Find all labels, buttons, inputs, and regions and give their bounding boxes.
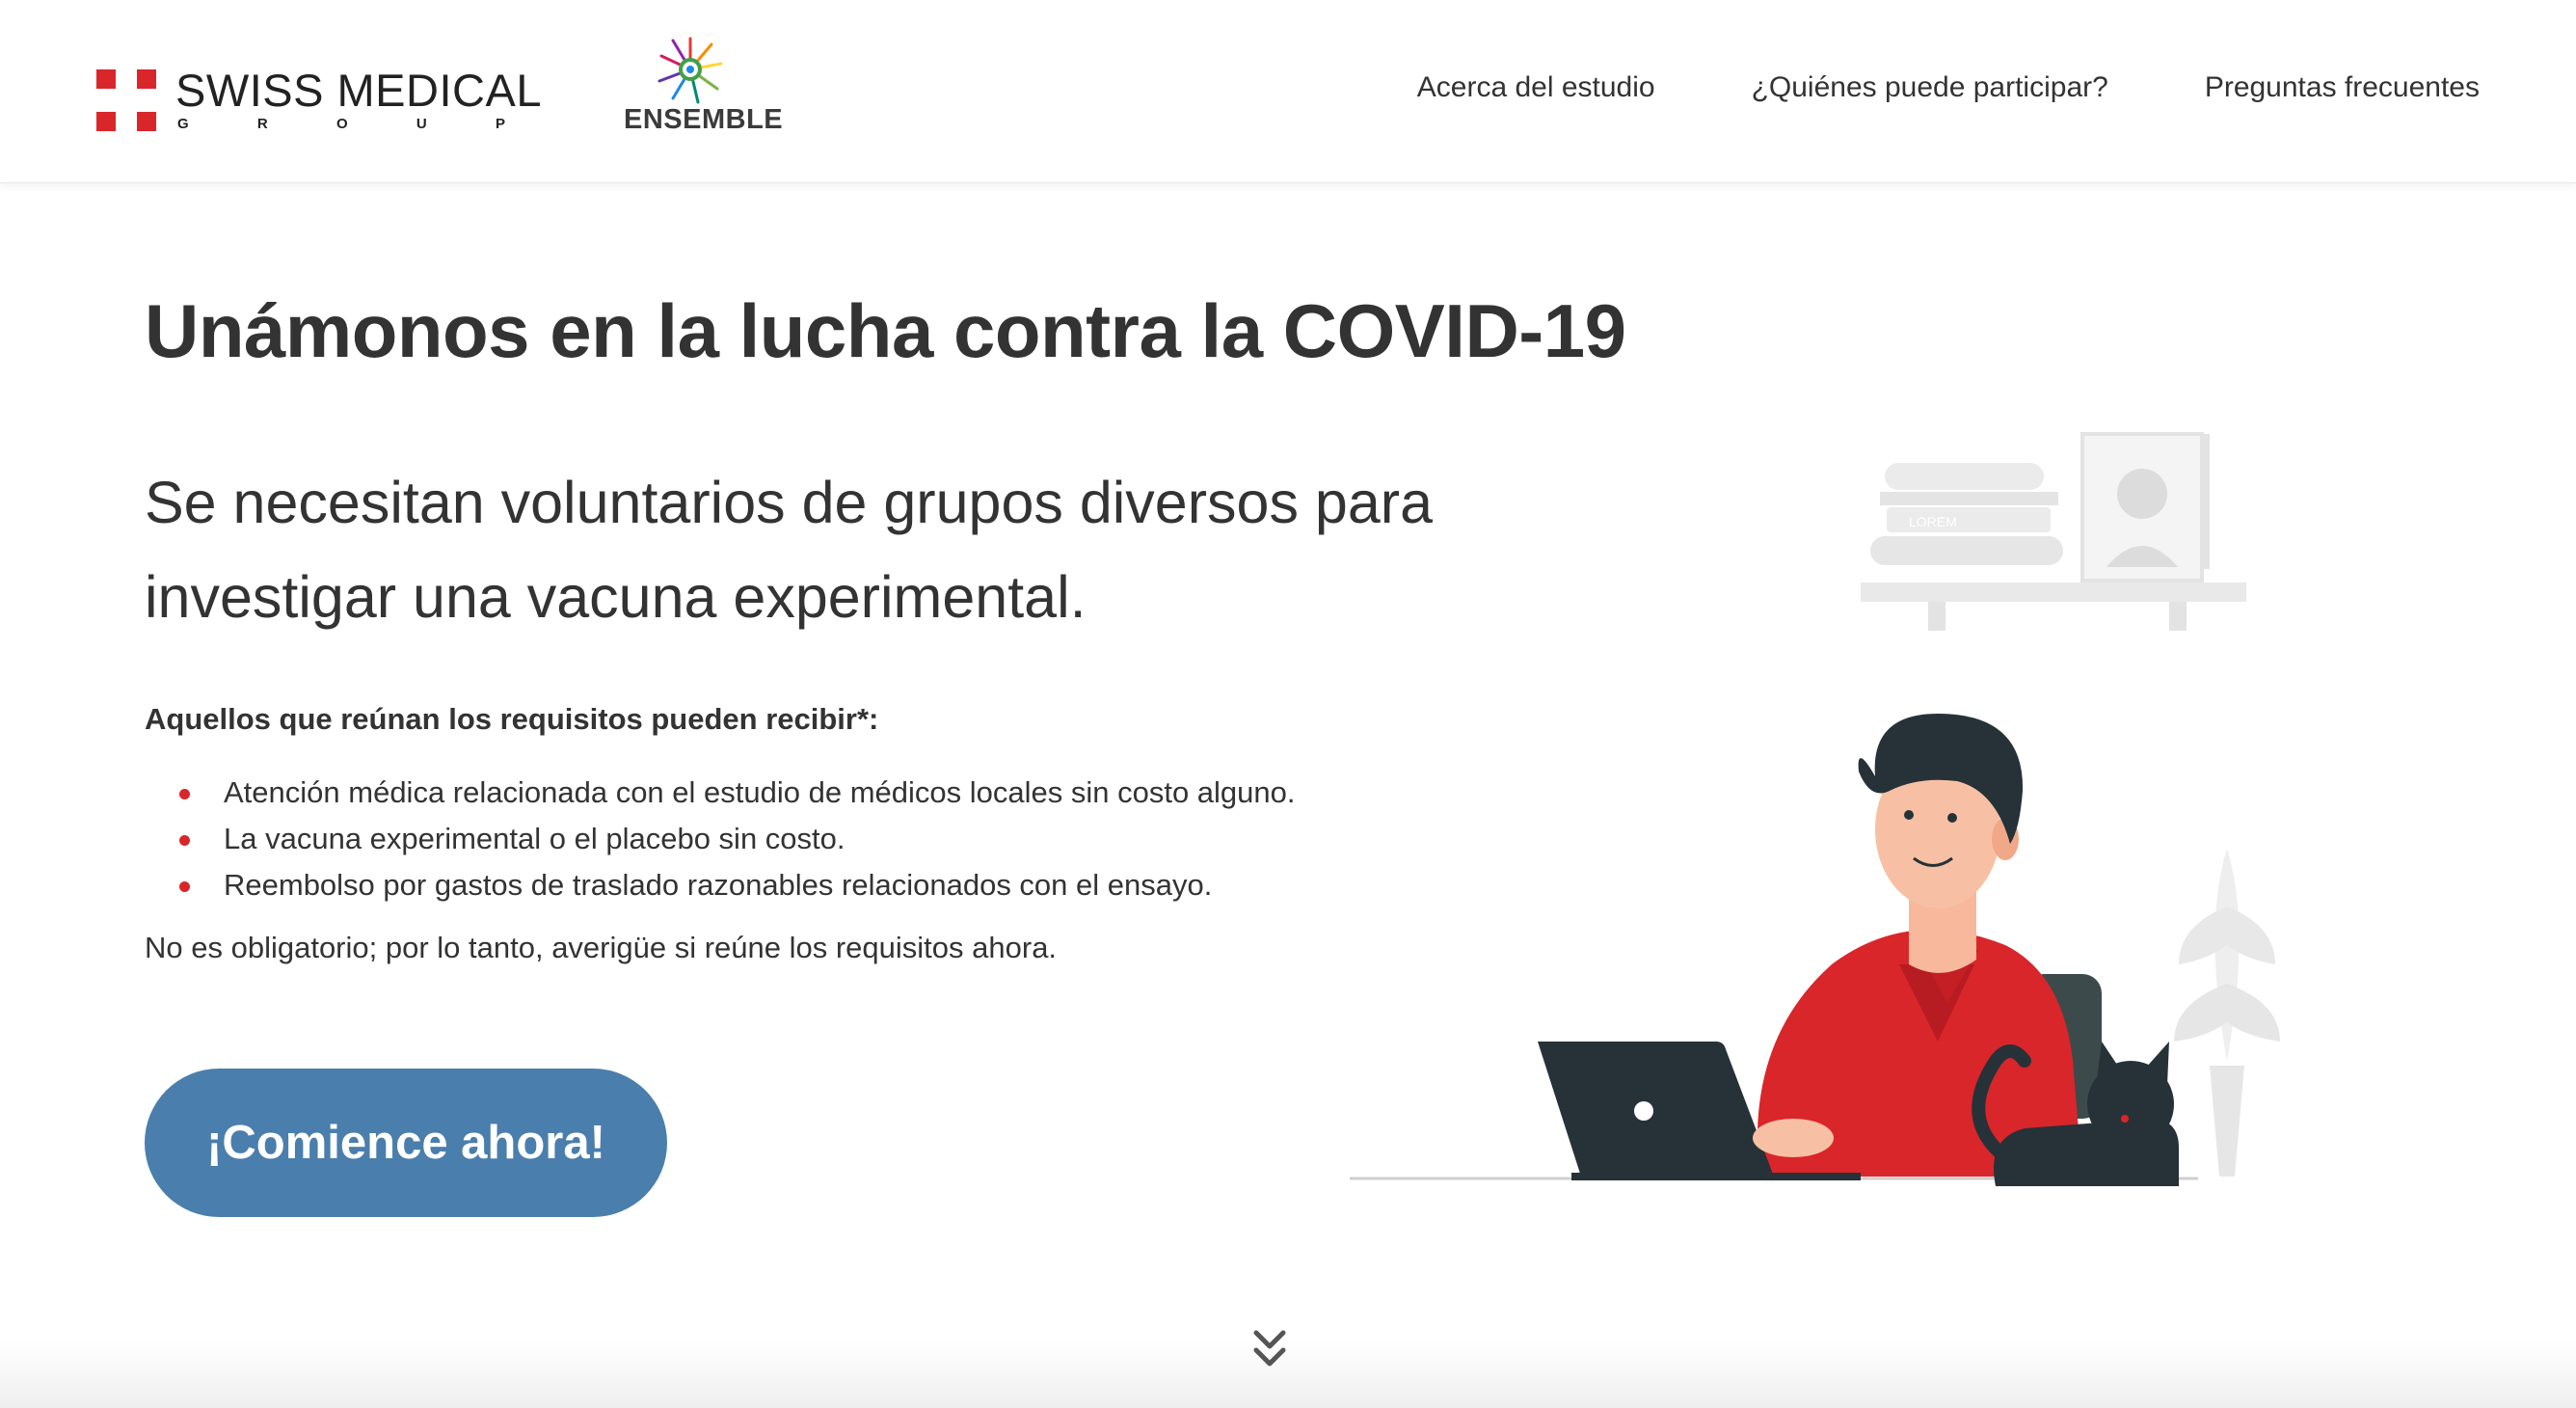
list-item: Reembolso por gastos de traslado razonab… xyxy=(145,862,1296,908)
list-item: Atención médica relacionada con el estud… xyxy=(145,770,1296,816)
main-nav: Acerca del estudio ¿Quiénes puede partic… xyxy=(1417,71,2480,104)
double-chevron-down-icon[interactable] xyxy=(1253,1329,1286,1371)
ensemble-logo[interactable]: ENSEMBLE xyxy=(617,35,791,141)
swiss-medical-logo[interactable]: SWISS MEDICAL G R O U P xyxy=(96,65,541,139)
list-item: La vacuna experimental o el placebo sin … xyxy=(145,816,1296,862)
start-now-button[interactable]: ¡Comience ahora! xyxy=(145,1069,667,1217)
group-subline: G R O U P xyxy=(177,116,505,132)
plant-illustration xyxy=(2174,849,2280,1177)
shelf-illustration: LOREM xyxy=(1861,432,2246,631)
swiss-cross-icon xyxy=(96,69,162,133)
person-illustration xyxy=(1538,714,2102,1180)
hero-subtitle: Se necesitan voluntarios de grupos diver… xyxy=(145,470,1434,630)
ensemble-burst-icon xyxy=(657,37,723,104)
eligibility-note: No es obligatorio; por lo tanto, averigü… xyxy=(145,931,1058,964)
benefits-list: Atención médica relacionada con el estud… xyxy=(145,770,1296,908)
ensemble-wordmark: ENSEMBLE xyxy=(624,104,784,135)
hero-illustration: LOREM xyxy=(1350,432,2280,1186)
bottom-fade xyxy=(0,1340,2576,1408)
site-header: SWISS MEDICAL G R O U P ENSEMBLE Acerca … xyxy=(0,0,2576,183)
bullet-icon xyxy=(179,881,190,892)
bullet-icon xyxy=(179,789,190,799)
nav-about-study[interactable]: Acerca del estudio xyxy=(1417,71,1655,104)
book-label: LOREM xyxy=(1909,514,1957,529)
page-title: Unámonos en la lucha contra la COVID-19 xyxy=(145,288,1626,373)
bullet-icon xyxy=(179,835,190,846)
nav-faq[interactable]: Preguntas frecuentes xyxy=(2205,71,2480,104)
swiss-medical-wordmark: SWISS MEDICAL xyxy=(175,65,542,116)
requirements-heading: Aquellos que reúnan los requisitos puede… xyxy=(145,702,879,736)
nav-who-can-participate[interactable]: ¿Quiénes puede participar? xyxy=(1752,71,2108,104)
